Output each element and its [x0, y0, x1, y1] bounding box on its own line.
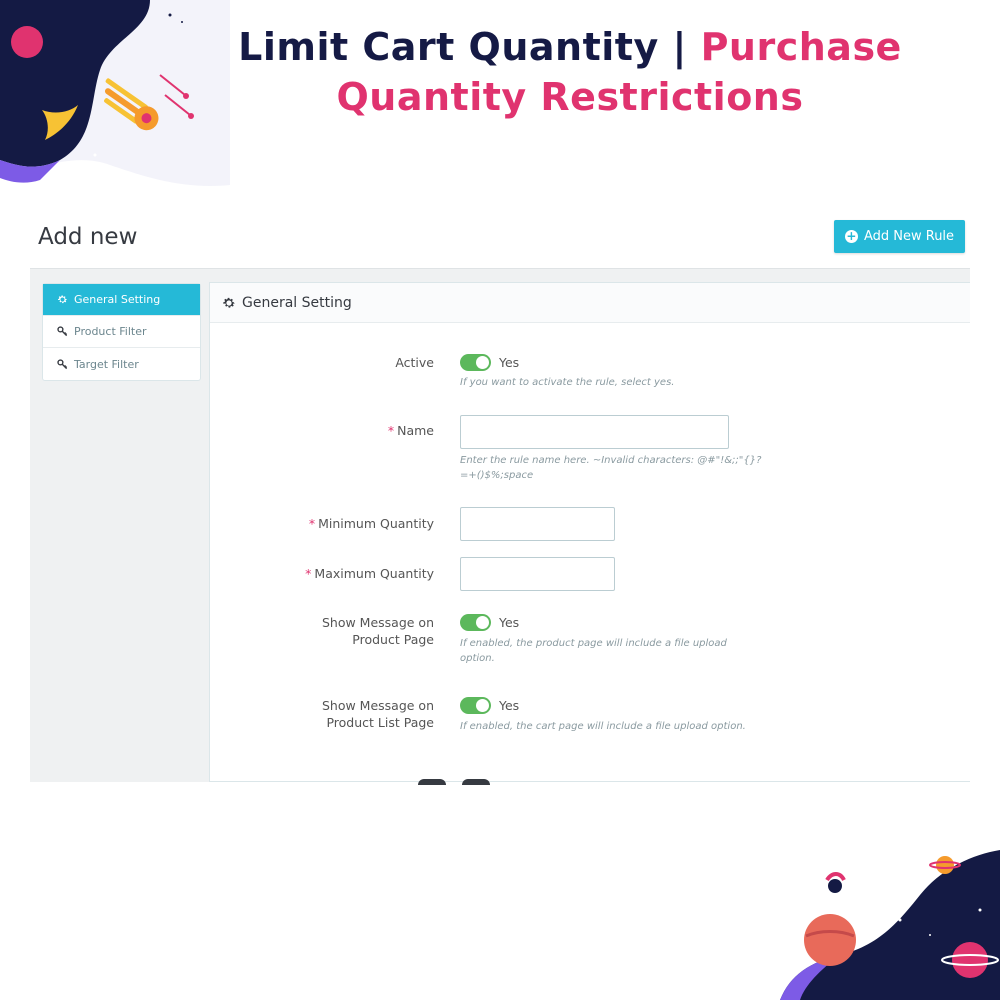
sidebar-item-product-filter[interactable]: Product Filter: [43, 316, 200, 348]
required-asterisk: *: [387, 423, 395, 438]
show-message-product-list-value: Yes: [499, 698, 520, 713]
key-icon: [57, 326, 68, 337]
minimum-quantity-label: * Minimum Quantity: [214, 515, 434, 532]
minimum-quantity-input[interactable]: [460, 507, 615, 541]
show-message-product-page-value: Yes: [499, 615, 520, 630]
show-message-product-page-toggle[interactable]: [460, 614, 491, 631]
name-label-text: Name: [397, 423, 434, 438]
label-line-1: Show Message on: [321, 698, 434, 713]
required-asterisk: *: [305, 566, 312, 581]
sidebar-item-general-setting[interactable]: General Setting: [43, 284, 200, 316]
active-toggle[interactable]: [460, 354, 491, 371]
promo-headline: Limit Cart Quantity | Purchase Quantity …: [180, 22, 960, 122]
name-label: * Name: [214, 422, 434, 439]
settings-sidebar: General Setting Product Filter Target Fi…: [42, 283, 201, 381]
minimum-quantity-label-text: Minimum Quantity: [318, 516, 434, 531]
page-title: Add new: [38, 224, 138, 250]
panel-header: General Setting: [210, 283, 970, 323]
cropped-round-button: [462, 779, 490, 785]
headline-part-1: Limit Cart Quantity |: [238, 25, 701, 69]
active-help-text: If you want to activate the rule, select…: [460, 377, 675, 388]
add-new-rule-label: Add New Rule: [863, 229, 955, 244]
required-asterisk: *: [308, 516, 316, 531]
sidebar-item-label: Target Filter: [74, 357, 139, 371]
gear-icon: [223, 297, 235, 308]
plus-circle-icon: +: [844, 229, 858, 243]
label-line-2: Product List Page: [326, 715, 434, 730]
name-help-text-line-2: =+()$%;space: [460, 470, 534, 481]
headline-line-2: Quantity Restrictions: [336, 75, 804, 119]
headline-part-2: Purchase: [700, 25, 902, 69]
sidebar-item-label: General Setting: [74, 293, 161, 306]
active-toggle-value: Yes: [499, 355, 520, 370]
gear-icon: [58, 295, 67, 304]
sidebar-item-target-filter[interactable]: Target Filter: [43, 348, 200, 380]
active-label: Active: [395, 355, 434, 370]
maximum-quantity-label-text: Maximum Quantity: [314, 566, 434, 581]
maximum-quantity-input[interactable]: [460, 557, 615, 591]
label-line-1: Show Message on: [321, 615, 434, 630]
label-line-2: Product Page: [352, 632, 434, 647]
maximum-quantity-label: * Maximum Quantity: [214, 565, 434, 582]
cropped-round-button: [418, 779, 446, 785]
key-icon: [57, 358, 68, 369]
name-help-text-line-1: Enter the rule name here. ~Invalid chara…: [460, 455, 762, 466]
show-message-product-list-help: If enabled, the cart page will include a…: [460, 721, 746, 732]
show-message-product-page-label: Show Message on Product Page: [214, 614, 434, 648]
add-new-rule-button[interactable]: + Add New Rule: [834, 220, 965, 253]
show-message-product-page-help-line-1: If enabled, the product page will includ…: [460, 638, 727, 649]
name-input[interactable]: [460, 415, 729, 449]
show-message-product-list-label: Show Message on Product List Page: [214, 697, 434, 731]
show-message-product-page-help-line-2: option.: [460, 653, 495, 664]
panel-title: General Setting: [242, 294, 352, 311]
space-illustration-bottom-right: [780, 850, 1000, 1000]
sidebar-item-label: Product Filter: [74, 325, 147, 338]
show-message-product-list-toggle[interactable]: [460, 697, 491, 714]
